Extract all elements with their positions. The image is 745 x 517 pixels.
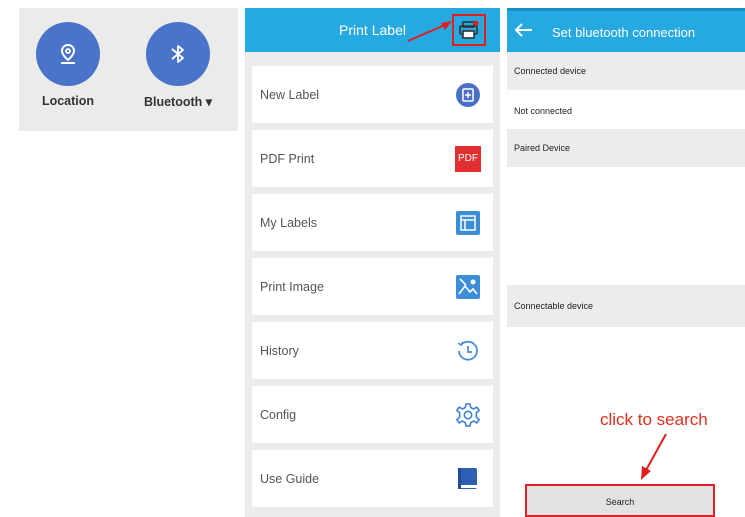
pdf-icon-text: PDF <box>455 146 481 172</box>
bluetooth-tile[interactable]: Bluetooth ▾ <box>136 22 220 109</box>
annotation-arrow-printer <box>407 21 452 42</box>
menu-label: Print Image <box>260 280 324 294</box>
connected-device-section: Connected device <box>507 52 745 90</box>
menu-item-my-labels[interactable]: My Labels <box>252 194 493 251</box>
location-tile[interactable]: Location <box>26 22 110 108</box>
menu-item-config[interactable]: Config <box>252 386 493 443</box>
paired-device-section: Paired Device <box>507 129 745 167</box>
annotation-arrow-search <box>641 433 667 480</box>
print-label-app: Print Label New Label PDF Print PDF My L… <box>245 8 500 517</box>
bluetooth-title: Set bluetooth connection <box>552 25 696 40</box>
bluetooth-settings-screen: Set bluetooth connection Connected devic… <box>507 8 745 517</box>
menu-label: PDF Print <box>260 152 315 166</box>
menu-item-history[interactable]: History <box>252 322 493 379</box>
connected-device-header: Connected device <box>514 66 587 76</box>
connectable-device-header: Connectable device <box>514 301 594 311</box>
printer-icon <box>459 20 479 39</box>
annotation-text: click to search <box>600 410 708 429</box>
menu-label: My Labels <box>260 216 317 230</box>
menu-item-print-image[interactable]: Print Image <box>252 258 493 315</box>
location-label: Location <box>41 94 95 108</box>
menu-label: Config <box>260 408 297 422</box>
history-icon <box>455 338 481 364</box>
gear-icon <box>455 402 481 428</box>
pdf-icon: PDF <box>455 146 481 172</box>
image-icon <box>455 274 481 300</box>
printer-button[interactable] <box>452 14 486 46</box>
my-labels-icon <box>455 210 481 236</box>
book-icon <box>455 466 481 492</box>
bluetooth-icon <box>171 45 184 63</box>
menu-label: History <box>260 344 299 358</box>
location-pin-icon <box>60 43 76 64</box>
bluetooth-header: Set bluetooth connection <box>507 8 745 52</box>
paired-device-header: Paired Device <box>514 143 571 153</box>
back-arrow-icon[interactable] <box>513 20 535 45</box>
menu-label: Use Guide <box>260 472 320 486</box>
connectable-device-section: Connectable device <box>507 285 745 327</box>
menu-item-use-guide[interactable]: Use Guide <box>252 450 493 507</box>
search-button[interactable]: Search <box>525 484 715 517</box>
search-button-label: Search <box>605 497 635 507</box>
menu-item-new-label[interactable]: New Label <box>252 66 493 123</box>
location-toggle[interactable] <box>36 22 100 86</box>
quick-settings-panel: Location Bluetooth ▾ <box>19 8 238 131</box>
new-label-icon <box>455 82 481 108</box>
menu-item-pdf-print[interactable]: PDF Print PDF <box>252 130 493 187</box>
connection-status: Not connected <box>514 106 573 116</box>
app-header: Print Label <box>245 8 500 52</box>
bluetooth-toggle[interactable] <box>146 22 210 86</box>
bluetooth-label[interactable]: Bluetooth ▾ <box>144 94 212 109</box>
menu-label: New Label <box>260 88 320 102</box>
